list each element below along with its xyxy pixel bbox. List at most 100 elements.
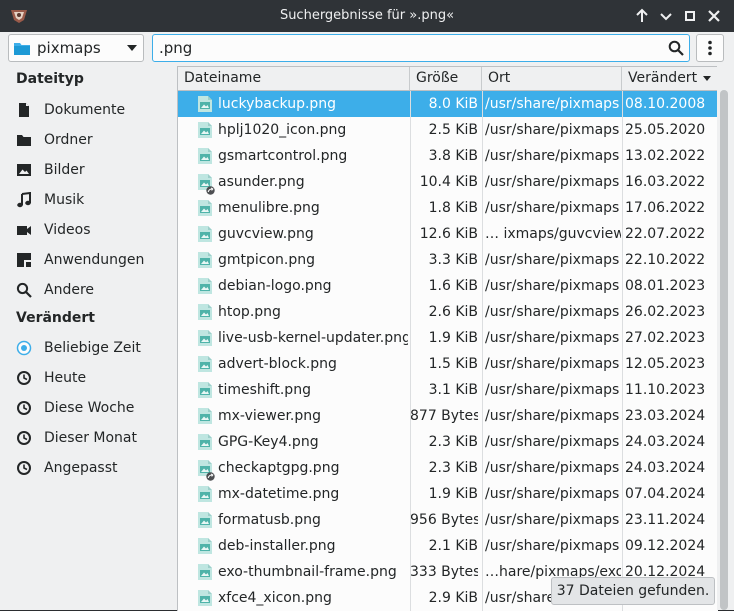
sidebar-item-this-week[interactable]: Diese Woche bbox=[8, 394, 168, 422]
cell-name: checkaptgpg.png bbox=[218, 460, 340, 476]
sidebar-item-documents[interactable]: Dokumente bbox=[8, 96, 168, 124]
table-row[interactable]: advert-block.png 1.5 KiB/usr/share/pixmap… bbox=[178, 351, 718, 377]
cell-modified: 22.10.2022 bbox=[625, 252, 706, 268]
table-row[interactable]: gmtpicon.png 3.3 KiB/usr/share/pixmaps 22.… bbox=[178, 247, 718, 273]
vertical-scrollbar[interactable] bbox=[717, 66, 734, 610]
file-list[interactable]: Dateiname Größe Ort Verändert luckybacku… bbox=[177, 66, 718, 611]
table-row[interactable]: mx-datetime.png 1.9 KiB/usr/share/pixmaps… bbox=[178, 481, 718, 507]
table-row[interactable]: debian-logo.png 1.6 KiB/usr/share/pixmaps… bbox=[178, 273, 718, 299]
sidebar-item-label: Musik bbox=[44, 192, 85, 208]
cell-size: 1.8 KiB bbox=[428, 200, 478, 216]
clock-icon bbox=[16, 460, 32, 476]
sidebar-item-today[interactable]: Heute bbox=[8, 364, 168, 392]
kebab-menu-icon bbox=[708, 40, 712, 56]
image-file-icon bbox=[198, 148, 212, 164]
table-row[interactable]: live-usb-kernel-updater.png 1.9 KiB/usr/s… bbox=[178, 325, 718, 351]
table-row[interactable]: gsmartcontrol.png 3.8 KiB/usr/share/pixma… bbox=[178, 143, 718, 169]
cell-size: 12.6 KiB bbox=[419, 226, 478, 242]
table-row[interactable]: GPG-Key4.png 2.3 KiB/usr/share/pixmaps 24.… bbox=[178, 429, 718, 455]
sidebar-heading-changed: Verändert bbox=[16, 310, 95, 326]
column-header-location[interactable]: Ort bbox=[482, 67, 622, 90]
sidebar-item-videos[interactable]: Videos bbox=[8, 216, 168, 244]
scrollbar-thumb[interactable] bbox=[720, 90, 728, 610]
cell-size: 1.6 KiB bbox=[428, 278, 478, 294]
cell-name: advert-block.png bbox=[218, 356, 337, 372]
search-icon[interactable] bbox=[668, 40, 684, 56]
table-row[interactable]: hplj1020_icon.png 2.5 KiB/usr/share/pixma… bbox=[178, 117, 718, 143]
image-file-icon bbox=[198, 96, 212, 112]
sidebar-item-label: Bilder bbox=[44, 162, 85, 178]
sidebar-item-label: Andere bbox=[44, 282, 95, 298]
table-row[interactable]: timeshift.png 3.1 KiB/usr/share/pixmaps 11… bbox=[178, 377, 718, 403]
image-file-icon bbox=[198, 538, 212, 554]
location-combobox[interactable]: pixmaps bbox=[8, 34, 144, 62]
cell-location: /usr/share/pixmaps bbox=[485, 356, 620, 372]
cell-size: 333 Bytes bbox=[410, 564, 478, 580]
image-file-icon bbox=[198, 356, 212, 372]
cell-location: /usr/share/pixmaps bbox=[485, 434, 620, 450]
window-titlebar[interactable]: Suchergebnisse für ».png« bbox=[0, 0, 734, 32]
cell-location: /usr/share/pixmaps bbox=[485, 382, 620, 398]
column-divider bbox=[622, 91, 623, 611]
sidebar-item-any-time[interactable]: Beliebige Zeit bbox=[8, 334, 168, 362]
cell-name: hplj1020_icon.png bbox=[218, 122, 347, 138]
sidebar-item-custom[interactable]: Angepasst bbox=[8, 454, 168, 482]
sidebar-item-applications[interactable]: Anwendungen bbox=[8, 246, 168, 274]
folder-icon bbox=[14, 42, 30, 55]
cell-location: /usr/share/pixmaps bbox=[485, 304, 620, 320]
cell-name: menulibre.png bbox=[218, 200, 320, 216]
minimize-button[interactable] bbox=[656, 6, 676, 26]
image-file-icon bbox=[198, 382, 212, 398]
sidebar-item-label: Beliebige Zeit bbox=[44, 340, 141, 356]
close-icon bbox=[708, 10, 720, 22]
cell-location: /usr/share/pixmaps bbox=[485, 512, 620, 528]
keep-above-button[interactable] bbox=[632, 6, 652, 26]
sidebar-heading-type: Dateityp bbox=[16, 71, 84, 87]
location-label: pixmaps bbox=[37, 39, 101, 57]
table-row[interactable]: formatusb.png 956 Bytes/usr/share/pixmaps… bbox=[178, 507, 718, 533]
search-input[interactable]: .png bbox=[152, 34, 690, 62]
sidebar-item-label: Angepasst bbox=[44, 460, 118, 476]
table-row[interactable]: menulibre.png 1.8 KiB/usr/share/pixmaps 17… bbox=[178, 195, 718, 221]
cell-modified: 27.02.2023 bbox=[625, 330, 706, 346]
sidebar-item-label: Dieser Monat bbox=[44, 430, 137, 446]
cell-modified: 16.03.2022 bbox=[625, 174, 706, 190]
table-row[interactable]: deb-installer.png 2.1 KiB/usr/share/pixma… bbox=[178, 533, 718, 559]
cell-location: /usr/share/pixmaps bbox=[485, 330, 620, 346]
cell-size: 3.1 KiB bbox=[428, 382, 478, 398]
sidebar-item-folders[interactable]: Ordner bbox=[8, 126, 168, 154]
cell-name: GPG-Key4.png bbox=[218, 434, 319, 450]
image-file-icon bbox=[198, 200, 212, 216]
sidebar-item-this-month[interactable]: Dieser Monat bbox=[8, 424, 168, 452]
image-file-icon bbox=[198, 278, 212, 294]
cell-modified: 13.02.2022 bbox=[625, 148, 706, 164]
table-row[interactable]: luckybackup.png 8.0 KiB/usr/share/pixmaps… bbox=[178, 91, 718, 117]
close-button[interactable] bbox=[704, 6, 724, 26]
column-header-size[interactable]: Größe bbox=[410, 67, 482, 90]
cell-modified: 24.03.2024 bbox=[625, 434, 706, 450]
table-row[interactable]: htop.png 2.6 KiB/usr/share/pixmaps 26.02.2… bbox=[178, 299, 718, 325]
table-row[interactable]: asunder.png 10.4 KiB/usr/share/pixmaps 16.… bbox=[178, 169, 718, 195]
sidebar-item-images[interactable]: Bilder bbox=[8, 156, 168, 184]
cell-modified: 22.07.2022 bbox=[625, 226, 706, 242]
maximize-button[interactable] bbox=[680, 6, 700, 26]
minimize-icon bbox=[660, 13, 672, 21]
sidebar-item-music[interactable]: Musik bbox=[8, 186, 168, 214]
column-header-name[interactable]: Dateiname bbox=[178, 67, 410, 90]
cell-name: debian-logo.png bbox=[218, 278, 332, 294]
cell-modified: 25.05.2020 bbox=[625, 122, 706, 138]
cell-size: 3.8 KiB bbox=[428, 148, 478, 164]
image-file-icon bbox=[198, 486, 212, 502]
link-badge-icon bbox=[206, 183, 215, 195]
cell-modified: 08.10.2008 bbox=[625, 96, 706, 112]
table-row[interactable]: guvcview.png 12.6 KiB … ixmaps/guvcview 22.… bbox=[178, 221, 718, 247]
table-row[interactable]: checkaptgpg.png 2.3 KiB/usr/share/pixmaps… bbox=[178, 455, 718, 481]
document-icon bbox=[16, 102, 32, 118]
application-icon bbox=[16, 252, 32, 268]
cell-size: 2.1 KiB bbox=[428, 538, 478, 554]
image-file-icon bbox=[198, 226, 212, 242]
menu-button[interactable] bbox=[696, 34, 724, 62]
sidebar-item-other[interactable]: Andere bbox=[8, 276, 168, 304]
table-row[interactable]: mx-viewer.png 877 Bytes/usr/share/pixmaps… bbox=[178, 403, 718, 429]
column-header-modified[interactable]: Verändert bbox=[622, 67, 718, 90]
